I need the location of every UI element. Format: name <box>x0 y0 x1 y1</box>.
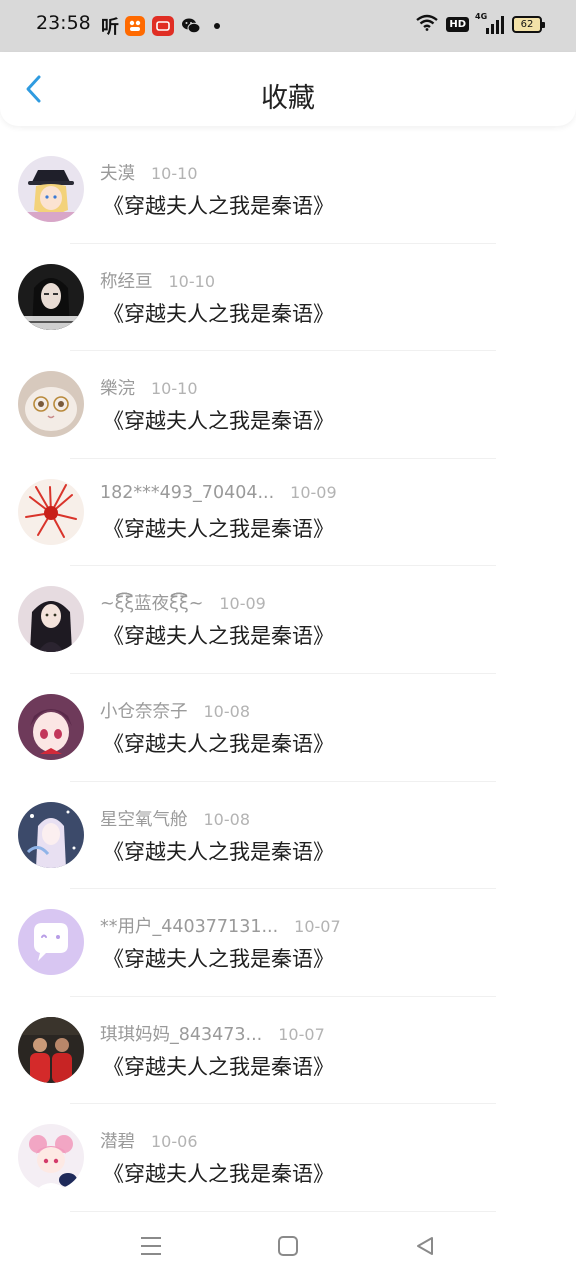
item-meta: 182***493_70404... 10-09 <box>100 483 337 503</box>
user-name[interactable]: 小仓奈奈子 <box>100 698 188 723</box>
wechat-icon <box>181 16 201 36</box>
avatar[interactable] <box>18 801 84 868</box>
menu-button[interactable] <box>137 1232 165 1260</box>
user-name[interactable]: 星空氧气舱 <box>100 806 188 831</box>
status-bar: 23:58 听 HD 4G 62 <box>0 0 576 52</box>
user-name[interactable]: 称经亘 <box>100 268 153 293</box>
avatar[interactable] <box>18 263 84 330</box>
item-meta: 潜碧 10-06 <box>100 1128 198 1153</box>
menu-icon <box>141 1237 161 1255</box>
list-item[interactable]: 182***493_70404... 10-09 《穿越夫人之我是秦语》 <box>0 459 576 567</box>
avatar[interactable] <box>18 156 84 222</box>
ting-app-icon: 听 <box>101 17 119 38</box>
list-item[interactable]: 小仓奈奈子 10-08 《穿越夫人之我是秦语》 <box>0 674 576 782</box>
user-name[interactable]: **用户_440377131... <box>100 913 278 938</box>
user-name[interactable]: 182***493_70404... <box>100 483 274 503</box>
battery-icon: 62 <box>512 16 545 33</box>
notification-icons: 听 <box>99 13 220 39</box>
list-item[interactable]: 琪琪妈妈_843473... 10-07 《穿越夫人之我是秦语》 <box>0 997 576 1105</box>
favorites-list: 夫漠 10-10 《穿越夫人之我是秦语》 称经亘 10-10 《穿越夫人之我是秦… <box>0 136 576 1212</box>
avatar[interactable] <box>18 478 84 545</box>
list-item[interactable]: 夫漠 10-10 《穿越夫人之我是秦语》 <box>0 136 576 244</box>
item-date: 10-06 <box>151 1132 198 1152</box>
list-item[interactable]: ~ξ͡͡͡͡ξ蓝夜ξ͡͡͡͡ξ~ 10-09 《穿越夫人之我是秦语》 <box>0 566 576 674</box>
item-date: 10-08 <box>203 809 251 829</box>
list-item[interactable]: 潜碧 10-06 《穿越夫人之我是秦语》 <box>0 1104 576 1212</box>
signal-icon: 4G <box>475 12 504 34</box>
avatar[interactable] <box>18 909 84 976</box>
list-item[interactable]: 称经亘 10-10 《穿越夫人之我是秦语》 <box>0 244 576 352</box>
item-date: 10-10 <box>151 164 198 183</box>
item-date: 10-07 <box>278 1024 325 1044</box>
user-name[interactable]: 夫漠 <box>100 160 135 185</box>
user-name[interactable]: ~ξ͡͡͡͡ξ蓝夜ξ͡͡͡͡ξ~ <box>100 590 203 615</box>
wifi-icon <box>416 14 439 35</box>
user-name[interactable]: 樂浣 <box>100 375 135 400</box>
user-name[interactable]: 琪琪妈妈_843473... <box>100 1021 262 1046</box>
avatar[interactable] <box>18 586 84 653</box>
item-date: 10-09 <box>219 594 266 614</box>
item-date: 10-09 <box>290 482 337 502</box>
item-meta: **用户_440377131... 10-07 <box>100 913 341 938</box>
book-title[interactable]: 《穿越夫人之我是秦语》 <box>103 620 334 650</box>
book-title[interactable]: 《穿越夫人之我是秦语》 <box>103 728 334 758</box>
list-item[interactable]: 樂浣 10-10 《穿越夫人之我是秦语》 <box>0 351 576 459</box>
book-title[interactable]: 《穿越夫人之我是秦语》 <box>103 190 334 220</box>
status-time: 23:58 <box>36 12 91 34</box>
home-square-icon <box>278 1236 298 1256</box>
item-meta: 夫漠 10-10 <box>100 160 198 185</box>
hd-badge: HD <box>446 17 469 32</box>
avatar[interactable] <box>18 371 84 438</box>
item-date: 10-10 <box>151 379 198 399</box>
book-title[interactable]: 《穿越夫人之我是秦语》 <box>103 405 334 435</box>
item-date: 10-10 <box>168 271 216 291</box>
home-button[interactable] <box>274 1232 302 1260</box>
default-avatar-icon <box>18 909 84 976</box>
list-item[interactable]: 星空氧气舱 10-08 《穿越夫人之我是秦语》 <box>0 782 576 890</box>
item-date: 10-07 <box>294 917 341 937</box>
avatar[interactable] <box>18 1124 84 1191</box>
pinduoduo-icon <box>152 16 174 36</box>
back-triangle-icon <box>417 1237 433 1255</box>
header: 收藏 <box>0 52 576 126</box>
avatar[interactable] <box>18 693 84 760</box>
item-meta: 小仓奈奈子 10-08 <box>100 698 250 723</box>
more-notifications-dot <box>214 23 220 29</box>
item-meta: 称经亘 10-10 <box>100 268 215 293</box>
system-nav-bar <box>0 1212 576 1280</box>
book-title[interactable]: 《穿越夫人之我是秦语》 <box>103 513 334 543</box>
item-meta: 琪琪妈妈_843473... 10-07 <box>100 1021 325 1046</box>
list-item[interactable]: **用户_440377131... 10-07 《穿越夫人之我是秦语》 <box>0 889 576 997</box>
system-indicators: HD 4G 62 <box>416 12 545 35</box>
back-nav-button[interactable] <box>411 1232 439 1260</box>
book-title[interactable]: 《穿越夫人之我是秦语》 <box>103 943 334 973</box>
item-meta: 樂浣 10-10 <box>100 375 198 400</box>
item-meta: 星空氧气舱 10-08 <box>100 806 250 831</box>
book-title[interactable]: 《穿越夫人之我是秦语》 <box>103 1158 334 1188</box>
book-title[interactable]: 《穿越夫人之我是秦语》 <box>103 1051 334 1081</box>
item-date: 10-08 <box>203 701 251 721</box>
item-meta: ~ξ͡͡͡͡ξ蓝夜ξ͡͡͡͡ξ~ 10-09 <box>100 590 266 615</box>
book-title[interactable]: 《穿越夫人之我是秦语》 <box>103 298 334 328</box>
book-title[interactable]: 《穿越夫人之我是秦语》 <box>103 836 334 866</box>
page-title: 收藏 <box>261 83 315 114</box>
taobao-icon <box>125 16 145 36</box>
avatar[interactable] <box>18 1016 84 1083</box>
battery-level: 62 <box>520 19 534 30</box>
user-name[interactable]: 潜碧 <box>100 1128 135 1153</box>
